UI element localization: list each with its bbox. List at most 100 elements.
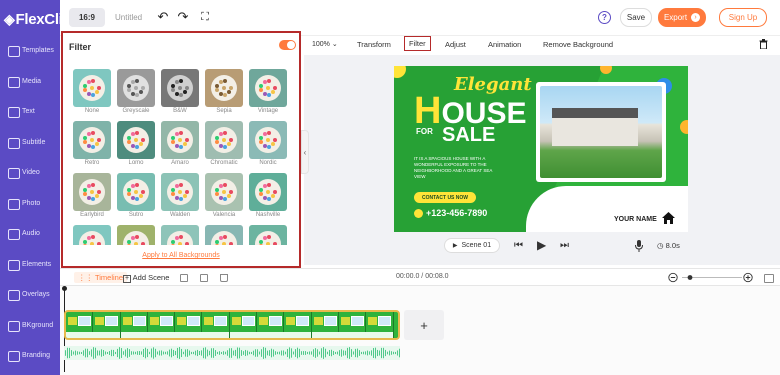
filter-option[interactable]: Amaro	[161, 121, 199, 169]
filter-option[interactable]: B&W	[161, 69, 199, 117]
sidebar-item-overlays[interactable]: Overlays	[0, 290, 60, 320]
duplicate-icon[interactable]	[200, 274, 208, 282]
timeline-tab[interactable]: ⋮⋮ Timeline	[74, 272, 128, 283]
wave-bar	[391, 351, 392, 355]
sidebar-item-text[interactable]: Text	[0, 107, 60, 137]
candy-dot	[141, 86, 145, 90]
sidebar-item-subtitle[interactable]: Subtitle	[0, 137, 60, 168]
fit-timeline-icon[interactable]	[764, 274, 774, 283]
candy-dot	[134, 86, 138, 90]
add-clip-button[interactable]: +	[404, 310, 444, 340]
candy-dot	[86, 131, 91, 136]
wave-bar	[77, 351, 78, 355]
filter-thumbnail	[73, 121, 111, 159]
sidebar-item-video[interactable]: Video	[0, 168, 60, 198]
redo-icon[interactable]: ↷	[176, 10, 190, 24]
next-icon[interactable]: ⏭	[560, 240, 569, 251]
document-title[interactable]: Untitled	[115, 13, 142, 22]
wave-bar	[155, 348, 156, 358]
sidebar-item-media[interactable]: Media	[0, 76, 60, 107]
wave-bar	[253, 350, 254, 356]
tab-adjust[interactable]: Adjust	[445, 40, 466, 49]
sidebar-item-photo[interactable]: Photo	[0, 198, 60, 229]
scene-clip[interactable]	[64, 310, 400, 340]
clip-frame	[175, 312, 203, 338]
delete-icon[interactable]	[220, 274, 228, 282]
split-icon[interactable]	[180, 274, 188, 282]
sidebar-item-audio[interactable]: Audio	[0, 229, 60, 259]
candy-dot	[90, 86, 94, 90]
filter-toggle[interactable]	[279, 40, 296, 50]
microphone-icon[interactable]	[635, 240, 643, 252]
candy-dot	[174, 196, 179, 201]
filter-option[interactable]: Earlybird	[73, 173, 111, 221]
sidebar-item-elements[interactable]: Elements	[0, 259, 60, 290]
tab-transform[interactable]: Transform	[357, 40, 391, 49]
wave-bar	[389, 350, 390, 356]
sidebar-item-label: Video	[22, 169, 40, 176]
filter-option[interactable]: Walden	[161, 173, 199, 221]
sidebar-item-templates[interactable]: Templates	[0, 46, 60, 76]
play-icon[interactable]: ▶	[537, 238, 546, 252]
add-scene-button[interactable]: + Add Scene	[123, 273, 169, 283]
trash-icon[interactable]	[759, 39, 768, 49]
candy-dot	[218, 196, 223, 201]
filter-option[interactable]	[161, 225, 199, 245]
clip-frame-part	[296, 316, 310, 326]
audio-waveform[interactable]	[64, 346, 400, 360]
sidebar-item-bkground[interactable]: BKground	[0, 320, 60, 351]
phone-number: +123-456-7890	[426, 208, 488, 218]
filter-option[interactable]	[249, 225, 287, 245]
filter-option[interactable]: Sutro	[117, 173, 155, 221]
save-button[interactable]: Save	[620, 8, 652, 27]
scene-selector[interactable]: ▶ Scene 01	[444, 238, 500, 253]
previous-icon[interactable]: ⏮	[514, 240, 523, 251]
help-icon[interactable]: ?	[598, 11, 611, 24]
export-button[interactable]: Export ›	[658, 8, 706, 27]
filter-option[interactable]: Nordic	[249, 121, 287, 169]
wave-bar	[137, 351, 138, 355]
clip-frame-part	[204, 317, 214, 325]
filter-option[interactable]: Sepia	[205, 69, 243, 117]
filter-option[interactable]: Valencia	[205, 173, 243, 221]
filter-option[interactable]	[73, 225, 111, 245]
aspect-ratio-button[interactable]: 16:9	[69, 8, 105, 27]
design-preview[interactable]: Elegant HOUSE FOR SALE IT IS A SPACIOUS …	[394, 66, 688, 232]
clip-frame-part	[66, 332, 93, 338]
filter-option[interactable]: Greyscale	[117, 69, 155, 117]
filter-option[interactable]	[205, 225, 243, 245]
sidebar-item-label: Text	[22, 108, 35, 115]
sidebar-item-branding[interactable]: Branding	[0, 351, 60, 375]
wave-bar	[289, 347, 290, 359]
signup-button[interactable]: Sign Up	[719, 8, 767, 27]
wave-bar	[191, 351, 192, 355]
tab-filter[interactable]: Filter	[404, 36, 431, 51]
clip-frame-part	[147, 332, 175, 338]
filter-option[interactable]: Retro	[73, 121, 111, 169]
filter-option[interactable]: Nashville	[249, 173, 287, 221]
wave-bar	[125, 349, 126, 357]
wave-bar	[221, 351, 222, 355]
undo-icon[interactable]: ↶	[156, 10, 170, 24]
photo-icon	[8, 198, 20, 210]
wave-bar	[129, 349, 130, 357]
timeline-zoom-slider[interactable]	[668, 272, 760, 283]
tab-remove-background[interactable]: Remove Background	[543, 40, 613, 49]
clip-frame-part	[284, 332, 312, 338]
tab-animation[interactable]: Animation	[488, 40, 521, 49]
wave-bar	[123, 351, 124, 355]
wave-bar	[153, 347, 154, 359]
wave-bar	[397, 350, 398, 356]
filter-option[interactable]: Lomo	[117, 121, 155, 169]
collapse-panel-handle[interactable]: ‹	[301, 130, 309, 174]
filter-option[interactable]: Vintage	[249, 69, 287, 117]
candy-dot	[262, 183, 267, 188]
wave-bar	[213, 348, 214, 358]
duration-display[interactable]: ◷ 8.0s	[657, 241, 680, 250]
filter-option[interactable]	[117, 225, 155, 245]
zoom-select[interactable]: 100% ⌄	[312, 40, 338, 48]
apply-to-all-link[interactable]: Apply to All Backgrounds	[63, 252, 299, 259]
filter-option[interactable]: Chromatic	[205, 121, 243, 169]
filter-option[interactable]: None	[73, 69, 111, 117]
fullscreen-icon[interactable]: ⛶	[198, 10, 212, 24]
